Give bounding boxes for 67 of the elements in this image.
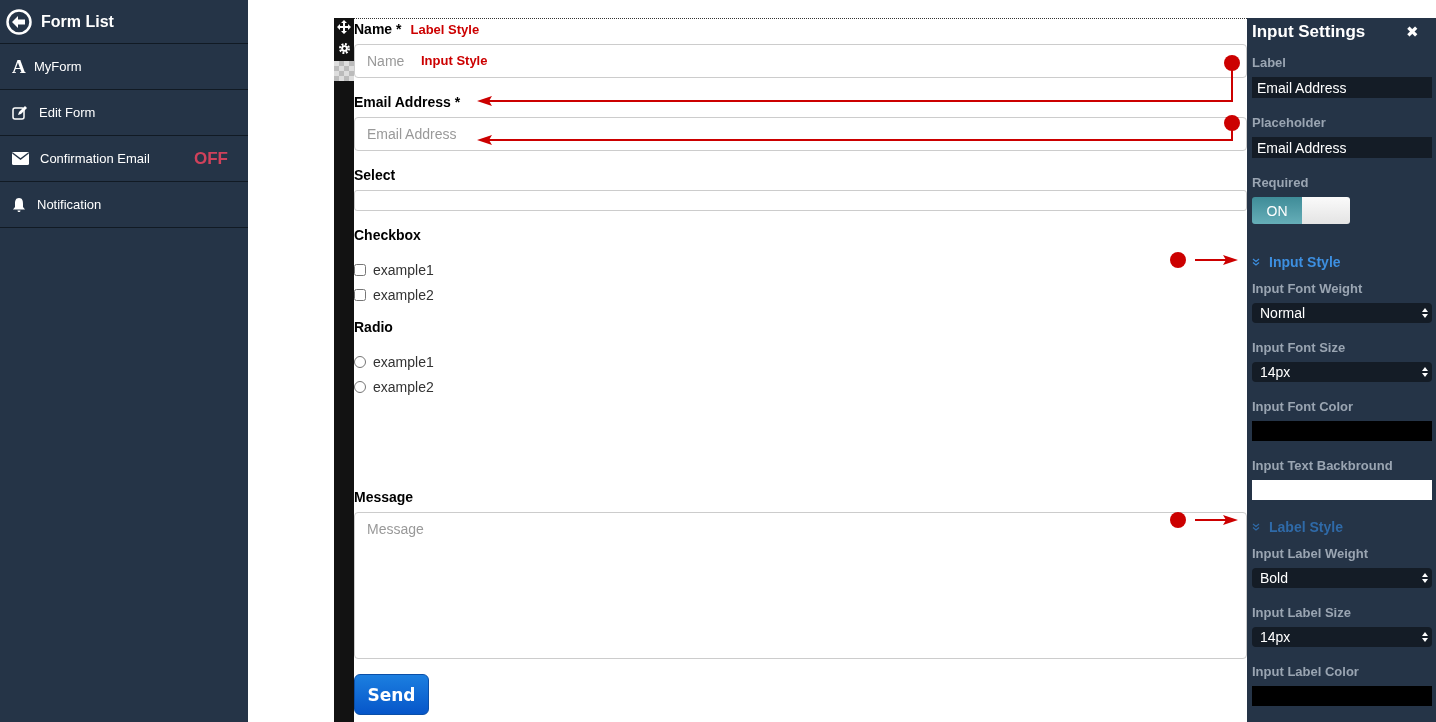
bell-icon: [12, 196, 26, 213]
up-down-arrows-icon: [1422, 632, 1428, 642]
status-label: OFF: [194, 148, 228, 169]
field-label: Radio: [354, 319, 393, 335]
close-icon[interactable]: ✖: [1406, 23, 1419, 41]
setting-label: Input Font Weight: [1252, 281, 1364, 297]
text-input-field[interactable]: Email Address: [354, 117, 1247, 151]
radio-button[interactable]: [354, 380, 366, 393]
chevron-down-icon[interactable]: [1252, 258, 1260, 266]
up-down-arrows-icon: [1422, 573, 1428, 583]
up-down-arrows-icon: [1422, 367, 1428, 377]
annotation-arrow: [1170, 512, 1238, 528]
field-label: Name *: [354, 21, 402, 37]
setting-label: Input Text Backbround: [1252, 458, 1394, 474]
sidebar-title: Form List: [41, 12, 114, 31]
option-label: example1: [373, 261, 434, 278]
envelope-icon: [12, 152, 29, 165]
field-label: Select: [354, 167, 396, 183]
checkbox[interactable]: [354, 263, 366, 276]
color-swatch[interactable]: [1252, 480, 1432, 500]
sidebar-item[interactable]: Notification: [0, 182, 248, 228]
chevron-down-icon[interactable]: [1252, 523, 1260, 531]
letter-icon: A: [12, 55, 28, 78]
option-label: example2: [373, 286, 434, 303]
annotation-text: Label Style: [410, 21, 480, 37]
setting-select[interactable]: Normal: [1252, 303, 1432, 323]
color-swatch[interactable]: [1252, 686, 1432, 706]
setting-label: Placeholder: [1252, 115, 1327, 131]
checker-pattern: [334, 61, 354, 81]
setting-input-field[interactable]: Email Address: [1252, 137, 1432, 158]
send-button[interactable]: Send: [354, 674, 429, 715]
sidebar-item[interactable]: Edit Form: [0, 90, 248, 136]
setting-input-field[interactable]: Email Address: [1252, 77, 1432, 98]
sidebar-item-label: Edit Form: [39, 105, 97, 120]
edit-icon: [12, 104, 28, 121]
field-label: Checkbox: [354, 227, 421, 243]
field-label: Email Address *: [354, 94, 461, 110]
setting-label: Input Label Weight: [1252, 546, 1370, 562]
setting-select[interactable]: 14px: [1252, 627, 1432, 647]
message-textarea[interactable]: Message: [354, 512, 1247, 659]
sidebar-item-label: Notification: [37, 197, 103, 212]
settings-icon[interactable]: [337, 42, 351, 55]
sidebar-item[interactable]: Confirmation Email OFF: [0, 136, 248, 182]
checkbox[interactable]: [354, 288, 366, 301]
setting-label: Required: [1252, 175, 1310, 191]
setting-select[interactable]: Bold: [1252, 568, 1432, 588]
move-icon[interactable]: [337, 20, 351, 34]
annotation-text: Input Style: [421, 53, 488, 68]
setting-label: Input Label Size: [1252, 605, 1352, 621]
sidebar-item[interactable]: A MyForm: [0, 44, 248, 90]
select-field[interactable]: [354, 190, 1247, 211]
setting-label: Input Label Color: [1252, 664, 1360, 680]
panel-title: Input Settings: [1252, 22, 1366, 42]
annotation-arrow: [1170, 252, 1238, 268]
option-label: example2: [373, 378, 434, 395]
field-label: Message: [354, 489, 414, 505]
setting-label: Input Font Size: [1252, 340, 1347, 356]
radio-button[interactable]: [354, 355, 366, 368]
sidebar-item-label: MyForm: [34, 59, 83, 74]
color-swatch[interactable]: [1252, 421, 1432, 441]
up-down-arrows-icon: [1422, 308, 1428, 318]
setting-label: Input Font Color: [1252, 399, 1355, 415]
setting-select[interactable]: 14px: [1252, 362, 1432, 382]
option-label: example1: [373, 353, 434, 370]
section-heading[interactable]: Input Style: [1269, 254, 1341, 270]
sidebar-item-label: Confirmation Email: [40, 151, 151, 166]
setting-label: Label: [1252, 55, 1287, 71]
